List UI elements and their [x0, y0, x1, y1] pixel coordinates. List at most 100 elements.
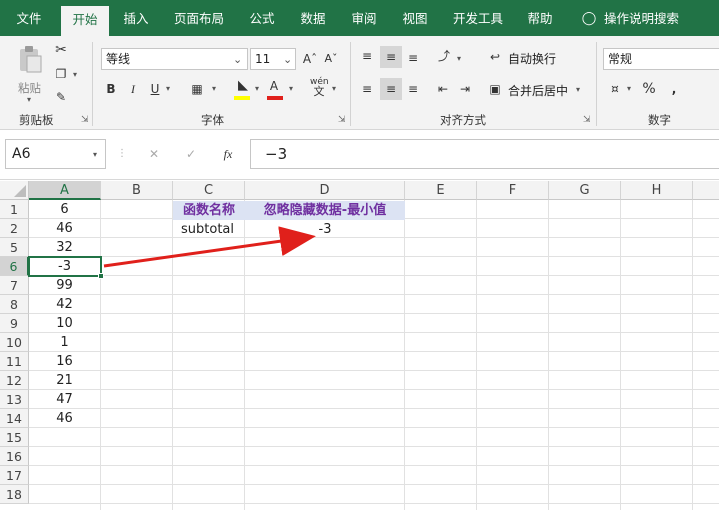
tab-review[interactable]: 审阅	[340, 0, 388, 36]
row-header-15[interactable]: 15	[0, 428, 29, 447]
row-header-16[interactable]: 16	[0, 447, 29, 466]
row-header-5[interactable]: 5	[0, 238, 29, 257]
column-header-h[interactable]: H	[621, 181, 693, 200]
chevron-down-icon[interactable]: ▾	[627, 84, 631, 93]
column-header-b[interactable]: B	[101, 181, 173, 200]
chevron-down-icon[interactable]: ▾	[576, 85, 580, 94]
tab-data[interactable]: 数据	[289, 0, 337, 36]
cell-a7[interactable]: 99	[29, 276, 100, 295]
cell-a2[interactable]: 46	[29, 219, 100, 238]
cell-a11[interactable]: 16	[29, 352, 100, 371]
underline-button[interactable]: U	[148, 81, 162, 97]
row-header-6[interactable]: 6	[0, 257, 29, 276]
tab-insert[interactable]: 插入	[112, 0, 160, 36]
wrap-text-icon[interactable]: ↩	[487, 49, 503, 65]
formula-input[interactable]: −3	[250, 139, 719, 169]
cell-d2[interactable]: -3	[245, 220, 405, 239]
row-header-2[interactable]: 2	[0, 219, 29, 238]
select-all-corner[interactable]	[0, 181, 29, 200]
phonetic-guide-icon[interactable]: wén 文	[310, 77, 329, 98]
cell-d1-header[interactable]: 忽略隐藏数据-最小值	[245, 201, 405, 220]
merge-center-button[interactable]: 合并后居中	[508, 82, 568, 99]
cell-a12[interactable]: 21	[29, 371, 100, 390]
tab-file[interactable]: 文件	[0, 0, 58, 36]
column-header-c[interactable]: C	[173, 181, 245, 200]
merge-center-icon[interactable]: ▣	[487, 81, 503, 97]
cut-icon[interactable]: ✂	[52, 42, 70, 58]
tab-help[interactable]: 帮助	[516, 0, 564, 36]
align-left-icon[interactable]: ≡	[358, 81, 376, 97]
tab-view[interactable]: 视图	[391, 0, 439, 36]
orientation-icon[interactable]: ⤴	[434, 48, 454, 64]
decrease-indent-icon[interactable]: ⇤	[434, 81, 452, 97]
dialog-launcher-icon[interactable]: ⇲	[338, 115, 346, 125]
chevron-down-icon[interactable]: ▾	[457, 54, 461, 63]
row-header-1[interactable]: 1	[0, 200, 29, 219]
chevron-down-icon[interactable]: ▾	[93, 150, 97, 159]
chevron-down-icon[interactable]: ▾	[166, 84, 170, 93]
accounting-format-icon[interactable]: ¤	[606, 81, 624, 97]
chevron-down-icon[interactable]: ⌄	[283, 53, 292, 66]
number-format-box[interactable]: 常规	[603, 48, 719, 70]
column-header-e[interactable]: E	[405, 181, 477, 200]
align-bottom-icon[interactable]: ≡	[404, 50, 422, 66]
cell-a10[interactable]: 1	[29, 333, 100, 352]
align-right-icon[interactable]: ≡	[404, 81, 422, 97]
column-header-i[interactable]	[693, 181, 719, 200]
font-color-button[interactable]: A	[267, 78, 281, 94]
tab-home[interactable]: 开始	[61, 6, 109, 36]
increase-font-size-icon[interactable]: Aˆ	[302, 51, 318, 67]
align-middle-icon[interactable]: ≡	[380, 46, 402, 68]
worksheet-grid[interactable]: A B C D E F G H 1 2 5 6 7 8 9 10 11 12 13 14 15 16 17 1…	[0, 181, 719, 510]
row-header-7[interactable]: 7	[0, 276, 29, 295]
format-painter-icon[interactable]: ✎	[52, 89, 70, 105]
chevron-down-icon[interactable]: ⌄	[233, 53, 242, 66]
cell-a13[interactable]: 47	[29, 390, 100, 409]
chevron-down-icon[interactable]: ▾	[255, 84, 259, 93]
percent-style-button[interactable]: %	[641, 81, 657, 97]
row-header-18[interactable]: 18	[0, 485, 29, 504]
copy-icon[interactable]: ❐	[52, 66, 70, 82]
cell-a5[interactable]: 32	[29, 238, 100, 257]
row-header-11[interactable]: 11	[0, 352, 29, 371]
row-header-13[interactable]: 13	[0, 390, 29, 409]
cell-a14[interactable]: 46	[29, 409, 100, 428]
row-header-8[interactable]: 8	[0, 295, 29, 314]
cell-c1-header[interactable]: 函数名称	[173, 201, 245, 220]
increase-indent-icon[interactable]: ⇥	[456, 81, 474, 97]
decrease-font-size-icon[interactable]: Aˇ	[323, 51, 339, 67]
column-header-g[interactable]: G	[549, 181, 621, 200]
wrap-text-button[interactable]: 自动换行	[508, 50, 556, 67]
cell-a8[interactable]: 42	[29, 295, 100, 314]
chevron-down-icon[interactable]: ▾	[332, 84, 336, 93]
column-header-a[interactable]: A	[29, 181, 101, 200]
italic-button[interactable]: I	[126, 81, 140, 97]
comma-style-icon[interactable]: ,	[666, 81, 682, 97]
tab-developer[interactable]: 开发工具	[444, 0, 512, 36]
border-icon[interactable]: ▦	[189, 81, 205, 97]
cell-a9[interactable]: 10	[29, 314, 100, 333]
fill-color-icon[interactable]: ◣	[234, 78, 252, 94]
insert-function-button[interactable]: fx	[218, 146, 238, 162]
name-box[interactable]: A6	[5, 139, 106, 169]
tell-me-search[interactable]: 操作说明搜索	[604, 0, 714, 36]
tab-page-layout[interactable]: 页面布局	[163, 0, 235, 36]
row-header-9[interactable]: 9	[0, 314, 29, 333]
column-header-f[interactable]: F	[477, 181, 549, 200]
row-header-10[interactable]: 10	[0, 333, 29, 352]
row-header-14[interactable]: 14	[0, 409, 29, 428]
row-header-17[interactable]: 17	[0, 466, 29, 485]
cell-a1[interactable]: 6	[29, 200, 100, 219]
bold-button[interactable]: B	[104, 81, 118, 97]
row-header-12[interactable]: 12	[0, 371, 29, 390]
column-header-d[interactable]: D	[245, 181, 405, 200]
font-name-box[interactable]: 等线	[101, 48, 248, 70]
cancel-button[interactable]: ✕	[146, 146, 162, 162]
chevron-down-icon[interactable]: ▾	[73, 70, 77, 79]
paste-button[interactable]: 粘贴 ▾	[12, 42, 48, 104]
align-center-icon[interactable]: ≡	[380, 78, 402, 100]
dialog-launcher-icon[interactable]: ⇲	[81, 115, 89, 125]
chevron-down-icon[interactable]: ▾	[289, 84, 293, 93]
tab-formulas[interactable]: 公式	[238, 0, 286, 36]
enter-button[interactable]: ✓	[183, 146, 199, 162]
